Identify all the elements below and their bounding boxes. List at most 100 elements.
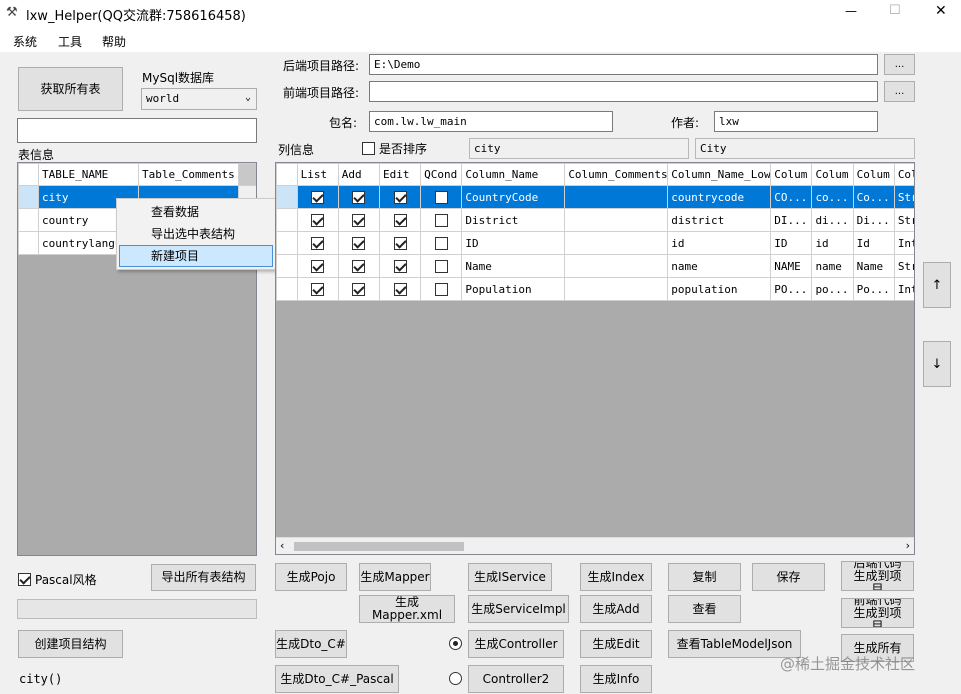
db-select[interactable]: world ⌄	[141, 88, 257, 110]
cell-qcond[interactable]	[420, 185, 463, 209]
maximize-icon[interactable]: ☐	[889, 3, 901, 18]
menu-help[interactable]: 帮助	[102, 33, 126, 50]
cell-c3[interactable]: Di...	[852, 208, 895, 232]
column-row[interactable]: District districtDI...di...Di...String	[276, 208, 914, 232]
cell-comments[interactable]	[564, 254, 669, 278]
qcond-checkbox[interactable]	[434, 282, 448, 296]
row-header[interactable]	[276, 277, 298, 301]
add-checkbox[interactable]	[352, 282, 366, 296]
col-header-column-name-lower[interactable]: Column_Name_Lowe	[667, 163, 772, 186]
context-menu-view-data[interactable]: 查看数据	[119, 201, 273, 223]
col-header-column-10[interactable]: Colum	[893, 163, 914, 186]
view-button[interactable]: 查看	[668, 595, 741, 623]
cell-edit[interactable]	[378, 254, 422, 278]
cell-c2[interactable]: di...	[811, 208, 854, 232]
cell-list[interactable]	[296, 208, 339, 232]
qcond-checkbox[interactable]	[434, 259, 448, 273]
cell-c3[interactable]: Id	[852, 231, 895, 255]
cell-c2[interactable]: po...	[811, 277, 854, 301]
cell-qcond[interactable]	[420, 208, 463, 232]
cell-c4[interactable]: Intege	[893, 277, 914, 301]
col-header-list[interactable]: List	[296, 163, 339, 186]
row-header[interactable]	[18, 208, 39, 232]
cell-c1[interactable]: DI...	[770, 208, 813, 232]
cell-edit[interactable]	[378, 185, 422, 209]
cell-edit[interactable]	[378, 277, 422, 301]
row-header[interactable]	[276, 208, 298, 232]
cell-c1[interactable]: PO...	[770, 277, 813, 301]
package-input[interactable]: com.lw.lw_main	[369, 111, 613, 132]
edit-checkbox[interactable]	[393, 190, 407, 204]
col-header-table-name[interactable]: TABLE_NAME	[38, 163, 139, 186]
cell-lower[interactable]: countrycode	[667, 185, 772, 209]
cell-c2[interactable]: name	[811, 254, 854, 278]
context-menu-new-project[interactable]: 新建项目	[119, 245, 273, 267]
pascal-checkbox-box[interactable]	[18, 573, 31, 586]
backend-path-input[interactable]: E:\Demo	[369, 54, 878, 75]
scroll-thumb[interactable]	[294, 542, 464, 551]
frontend-path-input[interactable]	[369, 81, 878, 102]
cell-add[interactable]	[337, 254, 380, 278]
cell-edit[interactable]	[378, 231, 422, 255]
controller-radio[interactable]	[449, 637, 462, 650]
cell-c1[interactable]: NAME	[770, 254, 813, 278]
cell-c4[interactable]: String	[893, 208, 914, 232]
gen-mapper-xml-button[interactable]: 生成Mapper.xml	[359, 595, 455, 623]
gen-service-impl-button[interactable]: 生成ServiceImpl	[468, 595, 569, 623]
list-checkbox[interactable]	[311, 259, 325, 273]
add-checkbox[interactable]	[352, 190, 366, 204]
column-row[interactable]: CountryCode countrycodeCO...co...Co...Str…	[276, 185, 914, 209]
get-tables-button[interactable]: 获取所有表	[18, 67, 123, 111]
cell-name[interactable]: Name	[461, 254, 566, 278]
cell-comments[interactable]	[564, 231, 669, 255]
cell-c4[interactable]: String	[893, 185, 914, 209]
cell-edit[interactable]	[378, 208, 422, 232]
scroll-left-icon[interactable]: ‹	[280, 539, 284, 552]
cell-qcond[interactable]	[420, 254, 463, 278]
cell-lower[interactable]: id	[667, 231, 772, 255]
save-button[interactable]: 保存	[752, 563, 825, 591]
horizontal-scrollbar[interactable]: ‹ ›	[276, 537, 914, 554]
col-header-column-7[interactable]: Colum	[770, 163, 813, 186]
minimize-icon[interactable]: —	[845, 4, 857, 18]
cell-lower[interactable]: population	[667, 277, 772, 301]
cell-lower[interactable]: district	[667, 208, 772, 232]
gen-add-button[interactable]: 生成Add	[580, 595, 652, 623]
add-checkbox[interactable]	[352, 213, 366, 227]
gen-mapper-button[interactable]: 生成Mapper	[359, 563, 431, 591]
gen-info-button[interactable]: 生成Info	[580, 665, 652, 693]
cell-qcond[interactable]	[420, 277, 463, 301]
column-row[interactable]: IDidIDidIdIntege	[276, 231, 914, 255]
pascal-checkbox[interactable]: Pascal风格	[18, 571, 97, 588]
copy-button[interactable]: 复制	[668, 563, 741, 591]
qcond-checkbox[interactable]	[434, 213, 448, 227]
frontend-gen-to-project-button[interactable]: 前端代码生成到项目	[841, 598, 914, 628]
author-input[interactable]: lxw	[714, 111, 878, 132]
cell-comments[interactable]	[564, 185, 669, 209]
export-all-structures-button[interactable]: 导出所有表结构	[151, 564, 256, 591]
backend-browse-button[interactable]: ...	[884, 54, 915, 75]
cell-c4[interactable]: Intege	[893, 231, 914, 255]
edit-checkbox[interactable]	[393, 236, 407, 250]
cell-c3[interactable]: Po...	[852, 277, 895, 301]
cell-c1[interactable]: CO...	[770, 185, 813, 209]
gen-controller-button[interactable]: 生成Controller	[468, 630, 564, 658]
cell-comments[interactable]	[564, 208, 669, 232]
controller2-button[interactable]: Controller2	[468, 665, 564, 693]
row-header[interactable]	[276, 185, 298, 209]
cell-add[interactable]	[337, 208, 380, 232]
cell-add[interactable]	[337, 185, 380, 209]
cell-list[interactable]	[296, 277, 339, 301]
scrollbar-thumb[interactable]	[238, 163, 256, 186]
column-row[interactable]: Population populationPO...po...Po...Integ…	[276, 277, 914, 301]
add-checkbox[interactable]	[352, 259, 366, 273]
move-up-button[interactable]: ↑	[923, 262, 951, 308]
sort-checkbox-box[interactable]	[362, 142, 375, 155]
col-header-qcond[interactable]: QCond	[420, 163, 463, 186]
gen-dto-cs-button[interactable]: 生成Dto_C#	[275, 630, 347, 658]
table-search-input[interactable]	[17, 118, 257, 143]
cell-list[interactable]	[296, 231, 339, 255]
cell-list[interactable]	[296, 254, 339, 278]
gen-index-button[interactable]: 生成Index	[580, 563, 652, 591]
cell-list[interactable]	[296, 185, 339, 209]
